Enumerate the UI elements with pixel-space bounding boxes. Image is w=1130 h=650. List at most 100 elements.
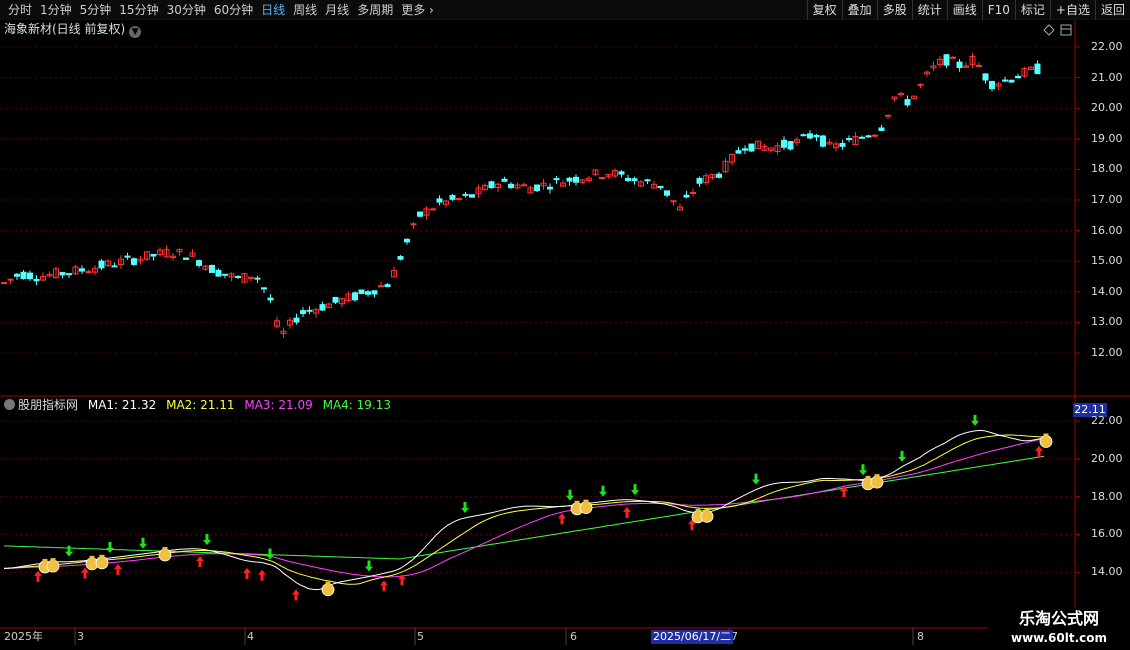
candle-body [410,223,417,226]
stock-title: 海象新材(日线 前复权) ▼ [4,21,142,38]
price-tick-label: 15.00 [1091,254,1123,268]
chevron-down-icon[interactable]: ▼ [129,26,142,38]
money-bag-icon [321,583,335,597]
buy-arrow-icon [380,580,388,592]
candle-body [124,255,131,258]
candle-body [111,265,118,268]
candle-body [267,297,274,301]
sell-arrow-icon [65,545,73,557]
price-tick-label: 12.00 [1091,346,1123,359]
money-bag-tie [42,558,48,562]
money-bag-tie [50,558,56,562]
ma4-value: MA4: 19.13 [322,398,392,412]
candle-body [365,291,371,295]
candle-body [196,260,202,266]
candle-body [183,257,189,260]
candle-body [456,197,462,200]
price-tick-label: 21.00 [1091,70,1123,84]
money-bag-tie [1043,433,1049,437]
candle-body [1,282,7,285]
candle-body [800,134,807,137]
candle-body [300,310,306,314]
gear-icon[interactable] [4,399,15,410]
candle-body [625,177,631,182]
sell-arrow-icon [266,548,274,560]
candle-body [417,211,423,217]
candle-body [508,183,514,189]
buy-arrow-icon [114,563,122,575]
candle-body [215,269,222,277]
indicator-tick-label: 16.00 [1091,527,1123,541]
money-bag-tie [162,547,168,551]
date-label: 4 [247,630,254,643]
candle-body [976,64,982,67]
candle-body [644,179,651,182]
candle-body [469,194,475,198]
money-bag-tie [865,475,871,479]
candle-body [33,278,40,282]
candle-body [696,177,703,184]
candle-body [488,181,495,189]
price-tick-label: 19.00 [1091,131,1123,145]
candle-body [547,186,553,190]
buy-arrow-icon [243,567,251,579]
date-label: 2025年 [4,630,43,643]
buy-arrow-icon [196,556,204,568]
money-bag-tie [89,555,95,559]
candle-body [664,190,670,196]
candle-body [1015,75,1021,79]
sell-arrow-icon [599,485,607,497]
candle-body [254,277,261,280]
sell-arrow-icon [631,484,639,496]
indicator-tick-label: 14.00 [1091,565,1123,579]
price-tick-label: 16.00 [1091,223,1123,237]
candle-body [781,139,787,148]
candle-body [430,208,436,211]
sell-arrow-icon [859,464,867,476]
candle-body [332,296,339,303]
candle-body [14,273,20,277]
candle-body [865,135,872,138]
candle-body [917,83,924,86]
money-bag-icon [95,556,109,570]
candle-body [813,134,820,138]
date-axis: 2025年 3 4 5 6 7 8 [0,630,1075,644]
diamond-icon[interactable] [1043,24,1055,36]
buy-arrow-icon [81,567,89,579]
candle-body [306,309,313,312]
candle-body [501,178,508,182]
candle-body [716,173,722,178]
candle-body [235,276,241,279]
candle-body [150,253,157,257]
buy-arrow-icon [1035,445,1043,457]
candle-body [371,290,378,295]
candle-body [599,176,605,179]
sell-arrow-icon [971,414,979,426]
candle-body [384,284,391,288]
price-tick-label: 20.00 [1091,101,1123,115]
candle-body [521,184,527,187]
candle-body [358,289,365,295]
candle-body [820,135,826,147]
sell-arrow-icon [898,450,906,462]
watermark-title: 乐淘公式网 [1018,609,1099,628]
chart-canvas[interactable] [0,0,1130,650]
sell-arrow-icon [106,541,114,553]
sell-arrow-icon [139,537,147,549]
candle-body [690,191,696,194]
indicator-tick-label: 20.00 [1091,451,1123,465]
candle-body [1008,79,1015,83]
stock-name: 海象新材(日线 前复权) [4,22,126,36]
date-label: 8 [917,630,924,643]
candle-body [20,271,27,280]
layout-icon[interactable] [1060,24,1072,36]
candle-body [859,136,865,139]
candle-body [293,317,300,323]
buy-arrow-icon [558,513,566,525]
date-label: 3 [77,630,84,643]
ma2-value: MA2: 21.11 [166,398,235,412]
candle-body [98,260,105,269]
money-bag-tie [99,554,105,558]
candle-body [742,148,748,151]
candle-body [449,195,456,200]
